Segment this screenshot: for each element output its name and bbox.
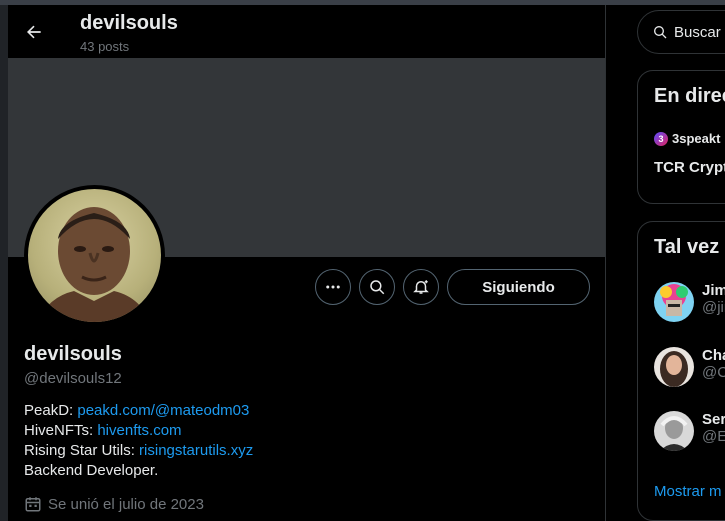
live-title: En direc xyxy=(654,85,725,107)
live-space-host[interactable]: 3 3speakt xyxy=(654,131,720,146)
profile-name: devilsouls xyxy=(24,343,122,365)
following-button[interactable]: Siguiendo xyxy=(447,269,590,305)
profile-handle: @devilsouls12 xyxy=(24,370,122,387)
suggestion-name: Jim xyxy=(702,282,725,299)
suggestion-avatar xyxy=(654,411,694,451)
live-card: En direc 3 3speakt TCR Crypt xyxy=(637,70,725,204)
who-to-follow-card: Tal vez Jim @jir Cha @C Ser xyxy=(637,221,725,521)
live-host-name: 3speakt xyxy=(672,131,721,146)
bio-link-peakd[interactable]: peakd.com/@mateodm03 xyxy=(77,402,249,419)
search-placeholder: Buscar xyxy=(674,23,721,41)
profile-actions: Siguiendo xyxy=(8,269,605,305)
join-date-text: Se unió el julio de 2023 xyxy=(48,495,204,513)
bio-label: HiveNFTs: xyxy=(24,422,98,439)
back-button[interactable] xyxy=(20,18,48,46)
profile-bio: PeakD: peakd.com/@mateodm03 HiveNFTs: hi… xyxy=(24,401,253,481)
bio-line: Backend Developer. xyxy=(24,461,253,481)
suggestion-name: Cha xyxy=(702,347,725,364)
more-icon xyxy=(326,285,340,289)
bio-link-risingstarutils[interactable]: risingstarutils.xyz xyxy=(139,442,253,459)
bio-label: Rising Star Utils: xyxy=(24,442,140,459)
profile-column: devilsouls 43 posts Siguiendo devilsouls… xyxy=(8,5,606,521)
live-space-topic[interactable]: TCR Crypt xyxy=(654,159,725,176)
3speak-logo-icon: 3 xyxy=(654,131,668,146)
suggestion-handle: @E xyxy=(702,428,725,445)
search-box[interactable]: Buscar xyxy=(637,10,725,54)
bio-link-hivenfts[interactable]: hivenfts.com xyxy=(97,422,181,439)
suggestion-item[interactable]: Ser @E xyxy=(654,411,725,451)
search-posts-button[interactable] xyxy=(359,269,395,305)
right-sidebar: Buscar En direc 3 3speakt TCR Crypt Tal … xyxy=(607,5,725,521)
suggestion-avatar xyxy=(654,347,694,387)
join-date: Se unió el julio de 2023 xyxy=(24,495,204,513)
notifications-button[interactable] xyxy=(403,269,439,305)
who-to-follow-title: Tal vez xyxy=(654,236,720,258)
suggestion-name: Ser xyxy=(702,411,725,428)
bio-line: PeakD: peakd.com/@mateodm03 xyxy=(24,401,253,421)
more-options-button[interactable] xyxy=(315,269,351,305)
suggestion-handle: @C xyxy=(702,364,725,381)
bio-label: Backend Developer. xyxy=(24,462,159,479)
suggestion-item[interactable]: Jim @jir xyxy=(654,282,725,322)
header-post-count: 43 posts xyxy=(80,39,130,54)
suggestion-item[interactable]: Cha @C xyxy=(654,347,725,387)
bio-line: HiveNFTs: hivenfts.com xyxy=(24,421,253,441)
search-icon xyxy=(370,280,385,295)
back-arrow-icon xyxy=(27,25,41,39)
notification-bell-icon xyxy=(413,280,429,294)
left-sidebar-edge xyxy=(0,5,8,521)
suggestion-avatar xyxy=(654,282,694,322)
calendar-icon xyxy=(25,497,41,512)
bio-line: Rising Star Utils: risingstarutils.xyz xyxy=(24,441,253,461)
show-more-link[interactable]: Mostrar m xyxy=(654,483,722,500)
search-icon xyxy=(654,26,667,39)
bio-label: PeakD: xyxy=(24,402,78,419)
profile-header: devilsouls 43 posts xyxy=(8,5,605,58)
header-name: devilsouls xyxy=(80,12,178,34)
suggestion-handle: @jir xyxy=(702,299,725,316)
